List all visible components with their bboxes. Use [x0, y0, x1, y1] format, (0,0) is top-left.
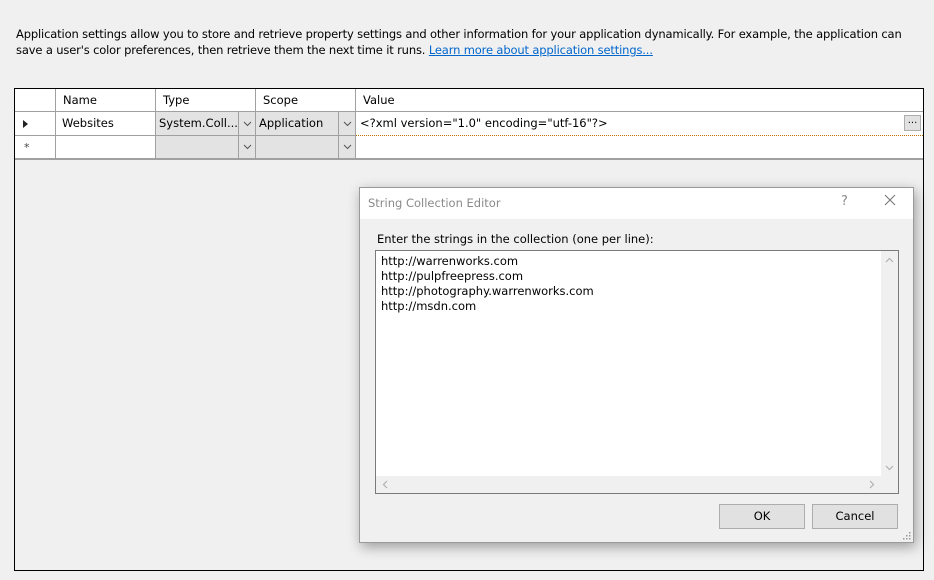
chevron-down-icon[interactable] [238, 112, 255, 135]
value-cell[interactable]: <?xml version="1.0" encoding="utf-16"?> … [356, 112, 923, 136]
string-collection-editor-dialog: String Collection Editor ? Enter the str… [359, 187, 914, 543]
row-header[interactable]: * [15, 136, 56, 159]
column-header-name[interactable]: Name [56, 89, 156, 112]
scope-value: Application [259, 116, 324, 130]
ellipsis-button[interactable]: ... [904, 115, 921, 131]
string-line: http://photography.warrenworks.com [381, 284, 594, 298]
type-combo[interactable] [156, 136, 256, 159]
column-header-type[interactable]: Type [156, 89, 256, 112]
learn-more-link[interactable]: Learn more about application settings... [429, 43, 653, 57]
name-cell[interactable]: Websites [56, 112, 156, 136]
value-cell[interactable] [356, 136, 923, 159]
chevron-down-icon[interactable] [338, 112, 355, 135]
scroll-right-icon[interactable] [869, 480, 875, 489]
string-line: http://msdn.com [381, 299, 477, 313]
string-line: http://warrenworks.com [381, 254, 519, 268]
column-header-rowhead [15, 89, 56, 112]
scroll-up-icon[interactable] [885, 257, 894, 263]
row-header[interactable] [15, 112, 56, 136]
column-header-scope[interactable]: Scope [256, 89, 356, 112]
close-icon[interactable] [883, 193, 897, 207]
ok-button[interactable]: OK [719, 504, 805, 529]
help-button[interactable]: ? [841, 194, 848, 209]
table-row[interactable]: Websites System.Coll... Application <?xm… [15, 112, 923, 136]
vertical-scrollbar[interactable] [881, 251, 898, 477]
chevron-down-icon[interactable] [338, 136, 355, 158]
type-combo[interactable]: System.Coll... [156, 112, 256, 136]
chevron-down-icon[interactable] [238, 136, 255, 158]
dialog-title-bar[interactable]: String Collection Editor ? [360, 188, 913, 219]
value-text: <?xml version="1.0" encoding="utf-16"?> [360, 116, 608, 130]
name-cell[interactable] [56, 136, 156, 159]
new-row-star-icon: * [24, 141, 30, 154]
resize-grip-icon[interactable] [902, 531, 911, 540]
horizontal-scrollbar[interactable] [376, 476, 881, 493]
scroll-left-icon[interactable] [382, 480, 388, 489]
type-value: System.Coll... [159, 116, 238, 130]
scope-combo[interactable]: Application [256, 112, 356, 136]
current-row-arrow-icon [23, 120, 28, 128]
new-row[interactable]: * [15, 136, 923, 160]
column-header-value[interactable]: Value [356, 89, 923, 112]
dialog-title: String Collection Editor [368, 196, 501, 210]
grid-header-row: Name Type Scope Value [15, 89, 923, 112]
scope-combo[interactable] [256, 136, 356, 159]
strings-label: Enter the strings in the collection (one… [377, 232, 654, 246]
strings-textarea[interactable]: http://warrenworks.com http://pulpfreepr… [375, 250, 899, 494]
cancel-button[interactable]: Cancel [812, 504, 898, 529]
strings-content: http://warrenworks.com http://pulpfreepr… [381, 254, 594, 314]
string-line: http://pulpfreepress.com [381, 269, 524, 283]
scroll-down-icon[interactable] [885, 465, 894, 471]
description: Application settings allow you to store … [16, 26, 921, 58]
scrollbar-corner [881, 476, 898, 493]
